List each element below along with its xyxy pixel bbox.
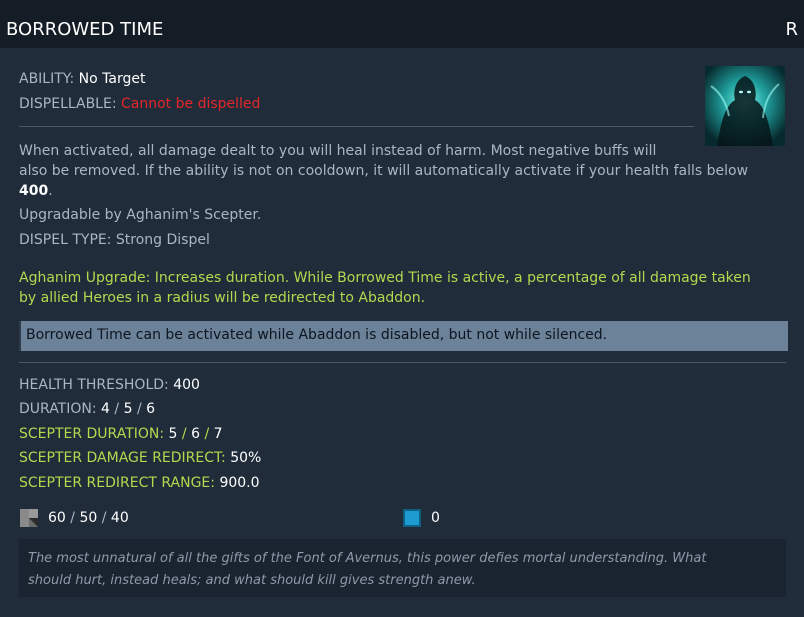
ability-note: Borrowed Time can be activated while Aba…	[19, 321, 788, 351]
cooldown-value: 40	[110, 510, 129, 526]
stats-divider	[19, 362, 786, 363]
mana-value: 0	[431, 510, 440, 526]
header-divider	[19, 126, 694, 127]
cooldown-values: 60 / 50 / 40	[48, 508, 129, 528]
ability-type-value: No Target	[78, 71, 146, 87]
stat-duration: DURATION: 4 / 5 / 6	[19, 399, 155, 419]
mana-cost: 0	[431, 508, 440, 528]
health-threshold-inline: 400	[19, 183, 49, 199]
lore-line: should hurt, instead heals; and what sho…	[28, 573, 476, 588]
stat-label: SCEPTER DURATION:	[19, 426, 165, 442]
ability-type-label: ABILITY:	[19, 71, 75, 87]
mana-icon	[403, 509, 421, 527]
description-line: also be removed. If the ability is not o…	[19, 163, 749, 179]
dispellable-row: DISPELLABLE: Cannot be dispelled	[19, 94, 260, 114]
ability-name: BORROWED TIME	[6, 19, 164, 40]
ability-description: When activated, all damage dealt to you …	[19, 141, 779, 201]
lore-box: The most unnatural of all the gifts of t…	[19, 539, 786, 597]
aghanim-line: Aghanim Upgrade: Increases duration. Whi…	[19, 270, 751, 286]
stat-value: 900.0	[219, 475, 260, 491]
cooldown-icon	[20, 509, 38, 527]
stat-value: 50%	[230, 450, 262, 466]
stat-value: 6	[146, 401, 156, 417]
stat-separator: /	[204, 426, 210, 442]
cooldown-value: 50	[79, 510, 98, 526]
cooldown-value: 60	[48, 510, 66, 526]
upgradable-text: Upgradable by Aghanim's Scepter.	[19, 207, 262, 223]
tooltip-header: BORROWED TIME R	[0, 0, 804, 48]
stat-separator: /	[136, 401, 142, 417]
stat-label: DURATION:	[19, 401, 97, 417]
ability-hotkey: R	[785, 19, 798, 40]
lore-text: The most unnatural of all the gifts of t…	[28, 548, 768, 592]
stat-separator: /	[114, 401, 120, 417]
stat-value: 4	[101, 401, 110, 417]
ability-icon	[705, 66, 785, 146]
ability-type-row: ABILITY: No Target	[19, 69, 145, 89]
ability-tooltip: BORROWED TIME R ABILITY: No Target DISPE…	[0, 0, 804, 617]
cost-separator: /	[70, 510, 75, 526]
stat-value: 5	[123, 401, 133, 417]
dispellable-label: DISPELLABLE:	[19, 96, 117, 112]
description-line: When activated, all damage dealt to you …	[19, 143, 657, 159]
stat-scepter-redirect-range: SCEPTER REDIRECT RANGE: 900.0	[19, 473, 260, 493]
dispel-type-text: DISPEL TYPE: Strong Dispel	[19, 232, 210, 248]
aghanim-upgrade-text: Aghanim Upgrade: Increases duration. Whi…	[19, 268, 779, 308]
stat-label: SCEPTER DAMAGE REDIRECT:	[19, 450, 226, 466]
stat-value: 400	[173, 377, 200, 393]
stat-scepter-duration: SCEPTER DURATION: 5 / 6 / 7	[19, 424, 223, 444]
aghanim-line: by allied Heroes in a radius will be red…	[19, 290, 426, 306]
stat-health-threshold: HEALTH THRESHOLD: 400	[19, 375, 200, 395]
description-period: .	[48, 183, 53, 199]
cost-separator: /	[101, 510, 107, 526]
stat-label: SCEPTER REDIRECT RANGE:	[19, 475, 215, 491]
stat-value: 6	[191, 426, 201, 442]
lore-line: The most unnatural of all the gifts of t…	[28, 551, 707, 566]
stat-separator: /	[181, 426, 187, 442]
stat-value: 5	[168, 426, 178, 442]
stat-label: HEALTH THRESHOLD:	[19, 377, 169, 393]
dispellable-value: Cannot be dispelled	[121, 96, 261, 112]
stat-scepter-damage-redirect: SCEPTER DAMAGE REDIRECT: 50%	[19, 448, 261, 468]
ability-note-text: Borrowed Time can be activated while Aba…	[26, 327, 608, 343]
stat-value: 7	[213, 426, 223, 442]
